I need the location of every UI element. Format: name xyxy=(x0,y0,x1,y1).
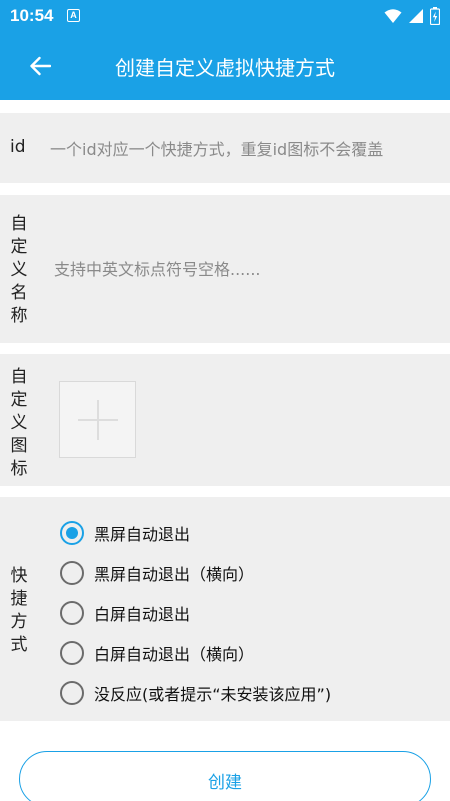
mode-option-label: 白屏自动退出 xyxy=(94,605,191,624)
id-row: id xyxy=(0,113,450,183)
name-label: 自 定 义 名 称 xyxy=(10,214,28,326)
radio-button[interactable] xyxy=(60,601,84,625)
status-bar: 10:54 A xyxy=(0,0,450,32)
cell-signal-icon xyxy=(409,9,423,23)
mode-radio-group: 黑屏自动退出 黑屏自动退出（横向） 白屏自动退出 白屏自动退出（横向） 没反应(… xyxy=(60,513,331,713)
mode-option[interactable]: 黑屏自动退出（横向） xyxy=(60,553,331,593)
radio-button[interactable] xyxy=(60,561,84,585)
mode-option[interactable]: 没反应(或者提示“未安装该应用”) xyxy=(60,673,331,713)
mode-option[interactable]: 黑屏自动退出 xyxy=(60,513,331,553)
radio-button[interactable] xyxy=(60,521,84,545)
status-time: 10:54 xyxy=(10,6,54,25)
create-button[interactable]: 创建 xyxy=(19,751,431,801)
wifi-icon xyxy=(384,9,402,23)
mode-label: 快 捷 方 式 xyxy=(10,566,28,655)
id-label: id xyxy=(10,137,26,157)
notification-icon: A xyxy=(67,9,80,22)
mode-option-label: 黑屏自动退出 xyxy=(94,525,191,544)
radio-button[interactable] xyxy=(60,641,84,665)
icon-row: 自 定 义 图 标 xyxy=(0,354,450,486)
id-input[interactable] xyxy=(50,137,440,161)
mode-option-label: 白屏自动退出（横向） xyxy=(94,645,255,664)
mode-option-label: 没反应(或者提示“未安装该应用”) xyxy=(94,685,332,704)
radio-button[interactable] xyxy=(60,681,84,705)
mode-row: 快 捷 方 式 黑屏自动退出 黑屏自动退出（横向） 白屏自动退出 白屏自动退出（… xyxy=(0,497,450,721)
mode-option[interactable]: 白屏自动退出 xyxy=(60,593,331,633)
mode-option[interactable]: 白屏自动退出（横向） xyxy=(60,633,331,673)
app-bar: 创建自定义虚拟快捷方式 xyxy=(0,32,450,100)
name-input[interactable] xyxy=(54,257,440,281)
page-title: 创建自定义虚拟快捷方式 xyxy=(115,56,335,80)
status-icons xyxy=(384,7,440,25)
name-row: 自 定 义 名 称 xyxy=(0,195,450,343)
mode-option-label: 黑屏自动退出（横向） xyxy=(94,565,255,584)
battery-icon xyxy=(430,7,440,25)
add-icon-button[interactable] xyxy=(59,381,136,458)
icon-label: 自 定 义 图 标 xyxy=(10,367,28,479)
